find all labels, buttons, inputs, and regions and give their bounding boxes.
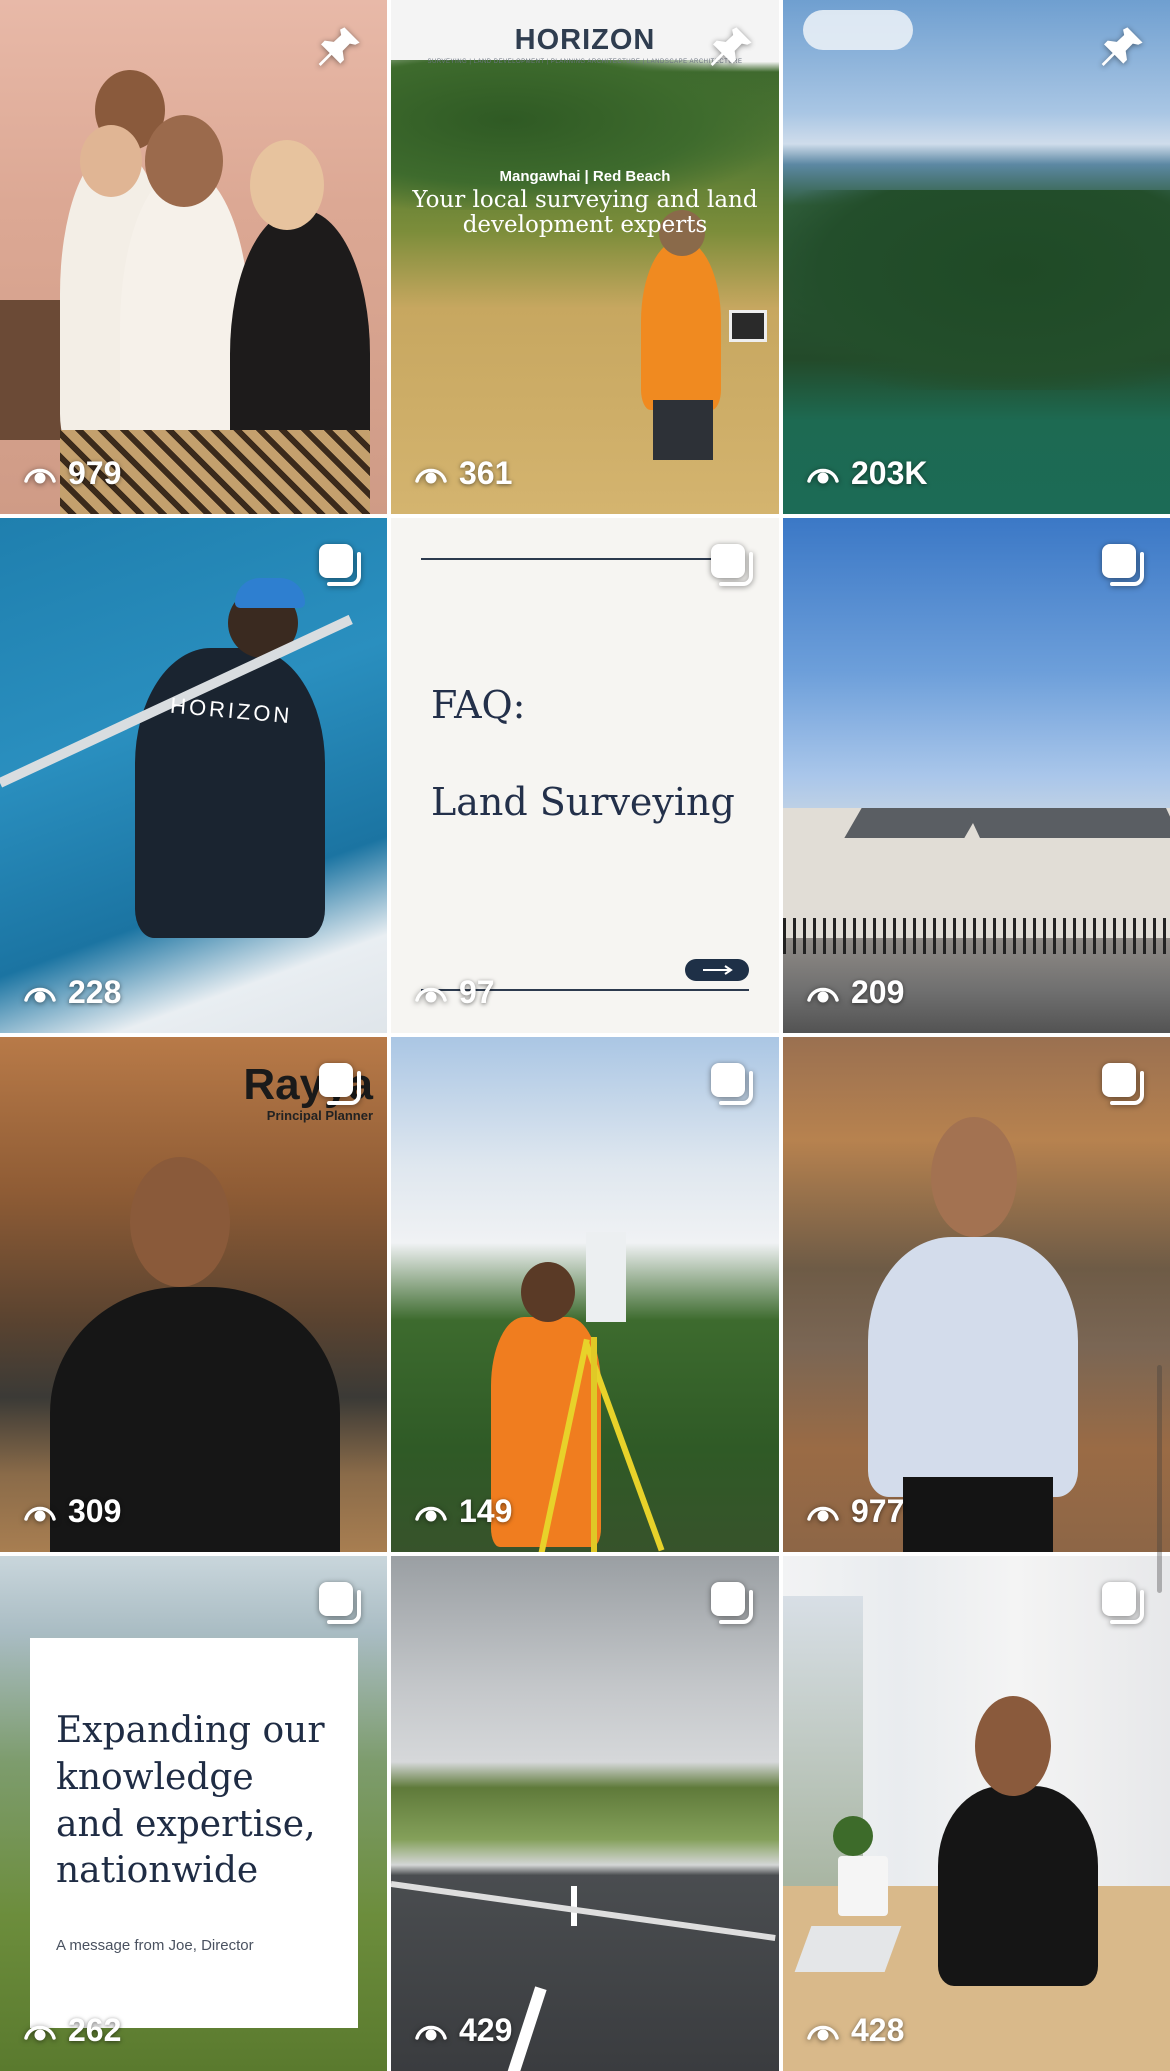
view-count-value: 209 [851, 974, 905, 1010]
carousel-icon [315, 1059, 365, 1114]
view-count-value: 97 [459, 974, 495, 1010]
carousel-icon [1098, 1578, 1148, 1633]
view-count: 262 [22, 2012, 121, 2049]
scrollbar[interactable] [1157, 1365, 1162, 1593]
view-count: 429 [413, 2012, 512, 2049]
view-count-value: 262 [68, 2012, 122, 2048]
message-card: Expanding our knowledge and expertise, n… [30, 1638, 358, 2028]
view-count-value: 428 [851, 2012, 905, 2048]
carousel-icon [707, 1578, 757, 1633]
carousel-icon [315, 540, 365, 595]
faq-title: FAQ: [431, 683, 526, 727]
post-thumbnail [391, 518, 779, 1033]
post-tile[interactable]: FAQ: Land Surveying 97 [391, 518, 779, 1033]
post-thumbnail [783, 1556, 1170, 2071]
carousel-icon [315, 1578, 365, 1633]
view-count-value: 977 [851, 1493, 905, 1529]
view-count: 228 [22, 974, 121, 1011]
post-tile[interactable]: 203K [783, 0, 1170, 514]
post-tile[interactable]: 428 [783, 1556, 1170, 2071]
post-thumbnail [391, 1556, 779, 2071]
card-subtext: A message from Joe, Director [56, 1937, 254, 1955]
view-count-value: 361 [459, 455, 513, 491]
pin-icon [705, 22, 757, 79]
faq-subtitle: Land Surveying [431, 780, 735, 824]
view-count: 979 [22, 455, 121, 492]
post-tile[interactable]: Expanding our knowledge and expertise, n… [0, 1556, 387, 2071]
eye-icon [24, 468, 56, 483]
view-count-value: 203K [851, 455, 928, 491]
eye-icon [807, 2025, 839, 2040]
view-count: 149 [413, 1493, 512, 1530]
view-count-value: 309 [68, 1493, 122, 1529]
carousel-icon [1098, 540, 1148, 595]
headline-text: Your local surveying and land developmen… [412, 187, 758, 239]
eye-icon [415, 1506, 447, 1521]
post-tile[interactable]: HORIZON SURVEYING | LAND DEVELOPMENT | P… [391, 0, 779, 514]
post-tile[interactable]: 979 [0, 0, 387, 514]
eye-icon [807, 1506, 839, 1521]
post-thumbnail [0, 518, 387, 1033]
eye-icon [807, 468, 839, 483]
pin-icon [1096, 22, 1148, 79]
view-count-value: 149 [459, 1493, 513, 1529]
eye-icon [24, 1506, 56, 1521]
post-thumbnail [391, 1037, 779, 1552]
arrow-icon [685, 959, 749, 981]
view-count: 428 [805, 2012, 904, 2049]
view-count-value: 429 [459, 2012, 513, 2048]
card-headline: Expanding our knowledge and expertise, n… [56, 1710, 325, 1892]
eye-icon [24, 987, 56, 1002]
post-thumbnail [783, 1037, 1170, 1552]
view-count: 309 [22, 1493, 121, 1530]
post-tile[interactable]: HORIZON 228 [0, 518, 387, 1033]
posts-grid: 979 HORIZON SURVEYING | LAND DEVELOPMENT… [0, 0, 1170, 2071]
view-count-value: 228 [68, 974, 122, 1010]
view-count: 203K [805, 455, 928, 492]
eye-icon [24, 2025, 56, 2040]
view-count-value: 979 [68, 455, 122, 491]
location-label: Mangawhai | Red Beach [499, 168, 671, 185]
carousel-icon [707, 540, 757, 595]
view-count: 977 [805, 1493, 904, 1530]
post-tile[interactable]: 209 [783, 518, 1170, 1033]
carousel-icon [707, 1059, 757, 1114]
post-tile[interactable]: 429 [391, 1556, 779, 2071]
post-thumbnail [783, 518, 1170, 1033]
post-tile[interactable]: 977 [783, 1037, 1170, 1552]
post-tile[interactable]: Rayya Principal Planner 309 [0, 1037, 387, 1552]
post-tile[interactable]: 149 [391, 1037, 779, 1552]
view-count: 209 [805, 974, 904, 1011]
eye-icon [415, 987, 447, 1002]
pin-icon [313, 22, 365, 79]
eye-icon [807, 987, 839, 1002]
view-count: 361 [413, 455, 512, 492]
eye-icon [415, 2025, 447, 2040]
view-count: 97 [413, 974, 495, 1011]
eye-icon [415, 468, 447, 483]
carousel-icon [1098, 1059, 1148, 1114]
